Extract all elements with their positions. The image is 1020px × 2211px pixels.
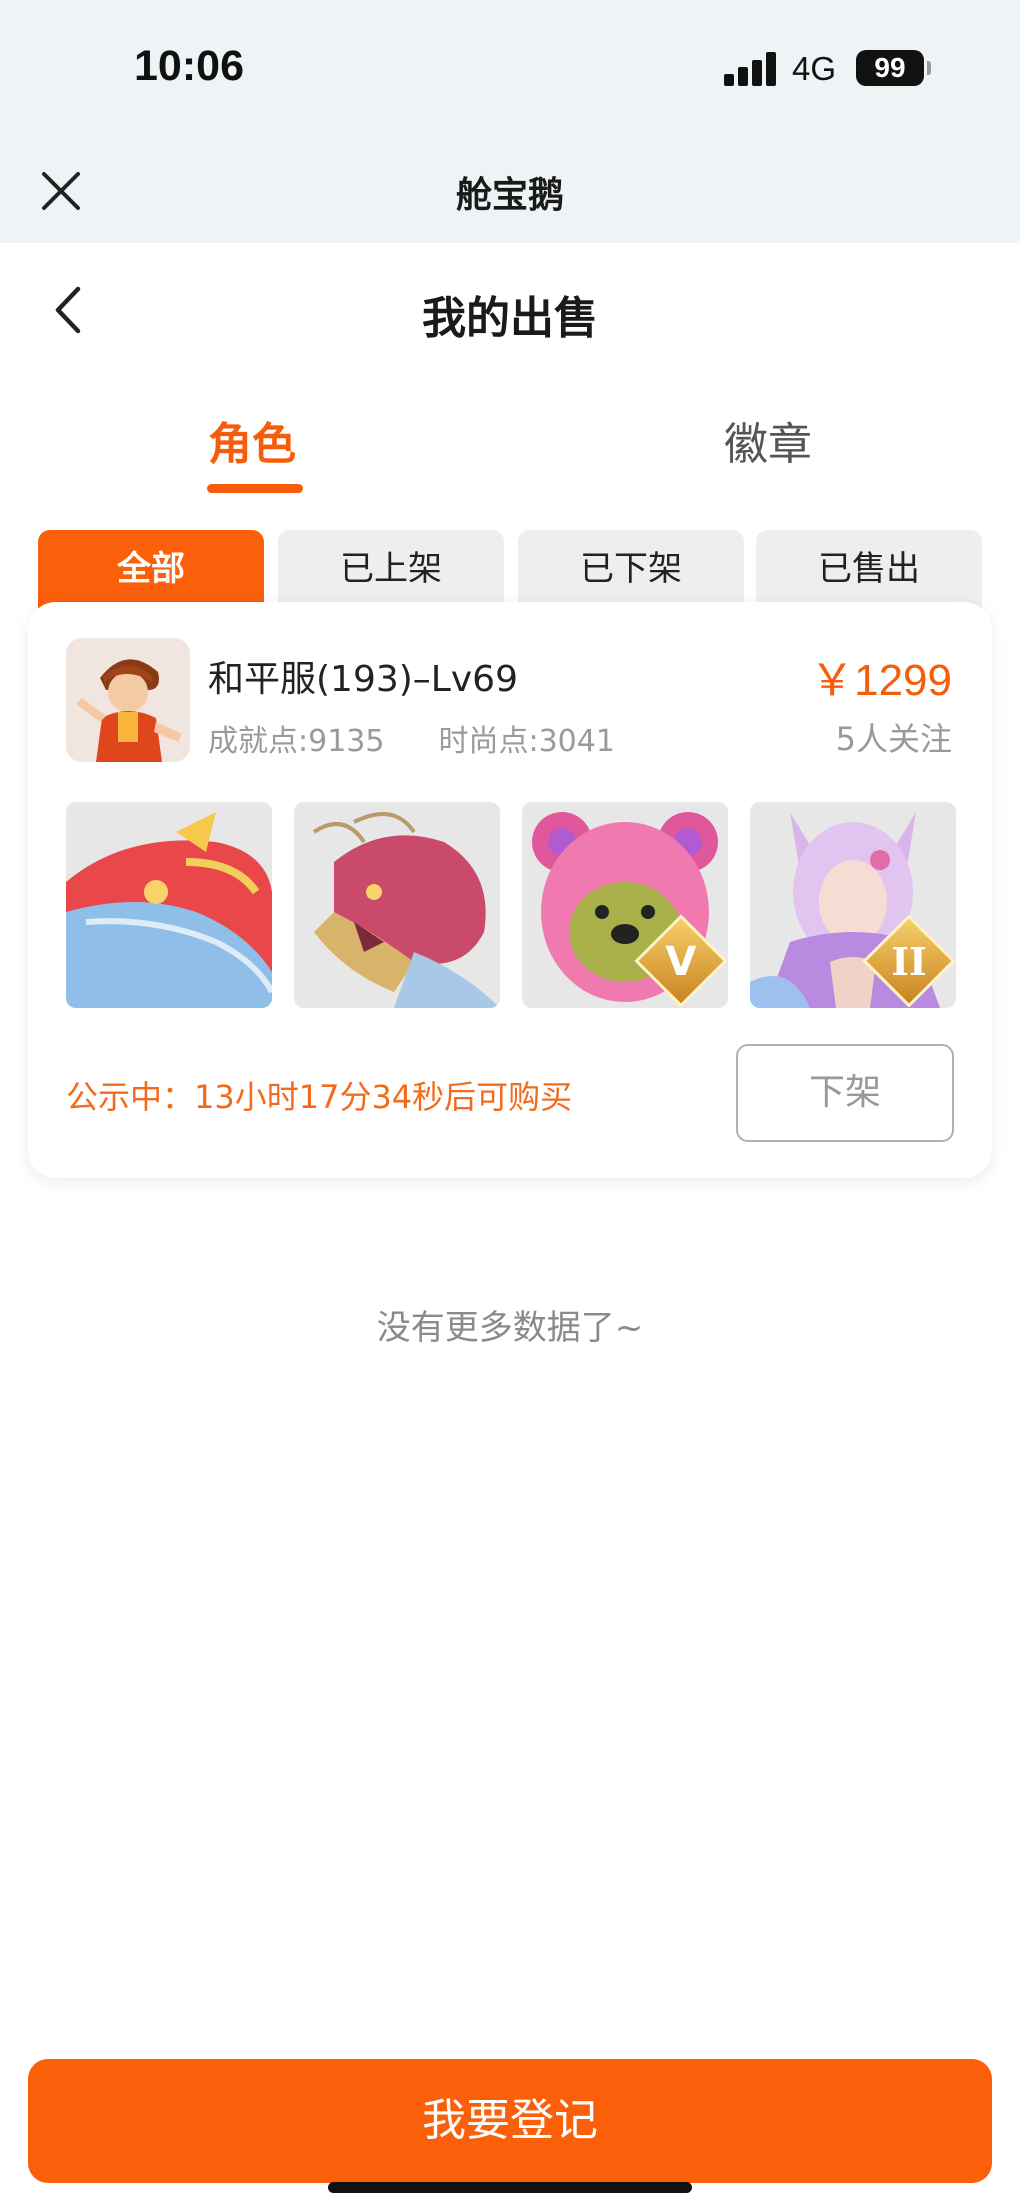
signal-icon bbox=[724, 52, 778, 86]
filter-delisted[interactable]: 已下架 bbox=[518, 530, 744, 608]
filter-all[interactable]: 全部 bbox=[38, 530, 264, 608]
character-avatar-icon bbox=[66, 638, 190, 762]
character-stats: 成就点:9135 时尚点:3041 bbox=[208, 716, 615, 760]
page-title: 我的出售 bbox=[422, 293, 598, 344]
fashion-points: 时尚点:3041 bbox=[438, 724, 615, 759]
shark-skin-icon bbox=[66, 802, 272, 1008]
item-tile[interactable]: II bbox=[750, 802, 956, 1008]
battery-tip bbox=[927, 61, 931, 75]
no-more-data-label: 没有更多数据了~ bbox=[376, 1308, 644, 1348]
status-time: 10:06 bbox=[134, 42, 244, 90]
filter-listed[interactable]: 已上架 bbox=[278, 530, 504, 608]
app-title: 舱宝鹅 bbox=[455, 175, 564, 216]
delist-button[interactable]: 下架 bbox=[736, 1044, 954, 1142]
register-button[interactable]: 我要登记 bbox=[28, 2059, 992, 2183]
tab-active-indicator bbox=[207, 484, 303, 493]
avatar bbox=[66, 638, 190, 762]
price: ￥1299 bbox=[810, 656, 952, 705]
character-name: 和平服(193)–Lv69 bbox=[208, 659, 518, 700]
item-tile[interactable] bbox=[66, 802, 272, 1008]
home-indicator bbox=[328, 2182, 692, 2193]
watcher-count: 5人关注 bbox=[835, 720, 952, 758]
rank-badge-label: II bbox=[891, 939, 927, 984]
network-label: 4G bbox=[792, 50, 837, 87]
battery-icon: 99 bbox=[856, 50, 924, 86]
public-notice: 公示中：13小时17分34秒后可购买 bbox=[66, 1078, 573, 1116]
filter-sold[interactable]: 已售出 bbox=[756, 530, 982, 608]
rank-badge-label: V bbox=[665, 939, 697, 985]
tab-role[interactable]: 角色 bbox=[208, 408, 296, 472]
listing-card[interactable]: 和平服(193)–Lv69 成就点:9135 时尚点:3041 ￥1299 5人关… bbox=[28, 602, 992, 1178]
dragon-skin-icon bbox=[294, 802, 500, 1008]
tab-badge[interactable]: 徽章 bbox=[724, 408, 812, 472]
achievement-points: 成就点:9135 bbox=[208, 724, 385, 759]
item-tile[interactable]: V bbox=[522, 802, 728, 1008]
item-tile[interactable] bbox=[294, 802, 500, 1008]
